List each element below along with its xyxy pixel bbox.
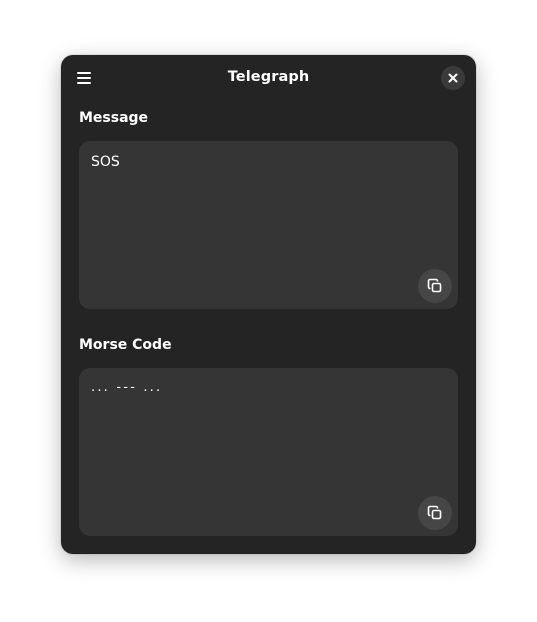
copy-message-button[interactable] (418, 269, 452, 303)
close-icon (448, 73, 458, 83)
message-text[interactable]: SOS (91, 154, 120, 170)
copy-morse-button[interactable] (418, 496, 452, 530)
copy-icon (427, 505, 442, 520)
header-bar: Telegraph (61, 55, 476, 102)
copy-icon (427, 278, 442, 293)
message-text-field[interactable]: SOS (79, 141, 458, 309)
morse-code-text[interactable]: ... --- ... (91, 380, 162, 395)
message-label: Message (79, 110, 149, 126)
close-button[interactable] (441, 66, 465, 90)
morse-code-text-field[interactable]: ... --- ... (79, 368, 458, 536)
window-title: Telegraph (227, 69, 310, 85)
app-window: Telegraph Message SOS Morse Code ... ---… (61, 55, 476, 554)
morse-code-label: Morse Code (79, 337, 172, 353)
